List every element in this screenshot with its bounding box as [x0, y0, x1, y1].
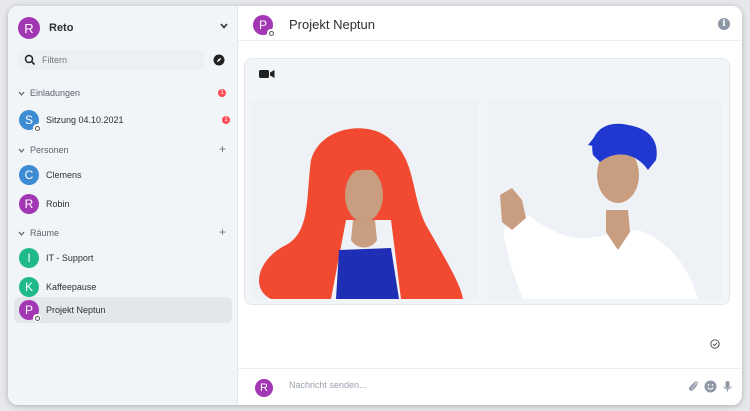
video-tile-participant-1[interactable]: [251, 100, 478, 299]
section-people-label: Personen: [30, 145, 69, 155]
compass-icon[interactable]: [213, 54, 225, 66]
public-room-icon: [33, 124, 41, 132]
section-rooms[interactable]: Räume +: [18, 225, 228, 240]
room-label: Kaffeepause: [46, 282, 97, 292]
person-avatar: R: [19, 194, 39, 214]
person-label: Robin: [46, 199, 70, 209]
chevron-down-icon: [18, 89, 25, 98]
composer-avatar: R: [255, 379, 273, 397]
room-label: Sitzung 04.10.2021: [46, 115, 124, 125]
section-people[interactable]: Personen +: [18, 142, 228, 157]
person-item-robin[interactable]: R Robin: [14, 192, 232, 216]
room-avatar: S: [19, 110, 41, 132]
room-avatar: P: [19, 300, 41, 322]
public-room-icon: [267, 29, 275, 37]
room-title: Projekt Neptun: [289, 17, 375, 32]
room-item-sitzung[interactable]: S Sitzung 04.10.2021 1: [14, 108, 232, 132]
chevron-down-icon: [18, 229, 25, 238]
paperclip-icon[interactable]: [687, 380, 700, 393]
invites-badge: 1: [218, 89, 226, 97]
sidebar: R Reto Einladungen 1 S Sitzung 04.10.202…: [8, 6, 238, 405]
message-composer: R: [238, 368, 742, 405]
section-invites[interactable]: Einladungen 1: [18, 86, 228, 100]
message-input[interactable]: [289, 380, 619, 390]
info-icon[interactable]: i: [718, 18, 730, 30]
filter-input[interactable]: [42, 55, 192, 65]
room-item-kaffeepause[interactable]: K Kaffeepause: [14, 275, 232, 299]
video-camera-icon: [259, 70, 275, 78]
microphone-icon[interactable]: [721, 380, 734, 393]
room-label: Projekt Neptun: [46, 305, 106, 315]
account-switcher[interactable]: R Reto: [18, 17, 228, 39]
section-rooms-label: Räume: [30, 228, 60, 238]
add-room-icon[interactable]: +: [219, 225, 226, 239]
chevron-down-icon: [18, 146, 25, 155]
chevron-down-icon[interactable]: [220, 21, 228, 32]
room-item-projekt-neptun[interactable]: P Projekt Neptun: [14, 297, 232, 323]
video-call-card: [244, 58, 730, 305]
video-tile-participant-2[interactable]: [488, 100, 722, 299]
room-item-it-support[interactable]: I IT - Support: [14, 246, 232, 270]
room-avatar: K: [19, 277, 39, 297]
room-view: P Projekt Neptun i R Nachricht senden...: [238, 6, 742, 405]
person-label: Clemens: [46, 170, 82, 180]
unread-badge: 1: [222, 116, 230, 124]
room-header: P Projekt Neptun i: [238, 6, 742, 41]
search-icon: [24, 54, 36, 66]
person-avatar: C: [19, 165, 39, 185]
check-circle-icon: [710, 339, 720, 349]
room-avatar: I: [19, 248, 39, 268]
room-header-avatar[interactable]: P: [253, 15, 275, 37]
room-label: IT - Support: [46, 253, 94, 263]
account-name: Reto: [49, 22, 74, 34]
account-avatar: R: [18, 17, 40, 39]
add-person-icon[interactable]: +: [219, 142, 226, 156]
filter-box[interactable]: [18, 50, 204, 70]
app-window: R Reto Einladungen 1 S Sitzung 04.10.202…: [8, 6, 742, 405]
emoji-icon[interactable]: [704, 380, 717, 393]
public-room-icon: [33, 314, 41, 322]
person-item-clemens[interactable]: C Clemens: [14, 163, 232, 187]
section-invites-label: Einladungen: [30, 88, 81, 98]
participant-illustration: [500, 123, 698, 299]
participant-illustration: [259, 128, 463, 299]
